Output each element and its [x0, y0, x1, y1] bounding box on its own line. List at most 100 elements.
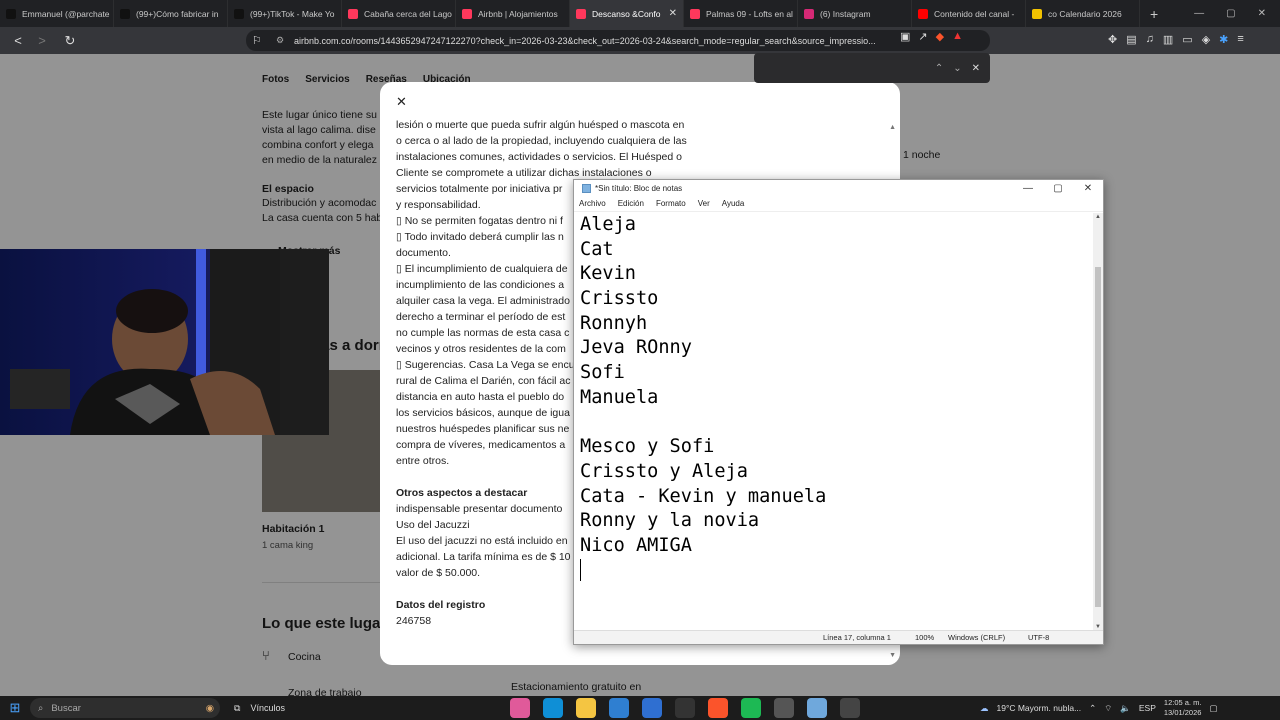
clock[interactable]: 12:05 a. m. 13/01/2026	[1164, 698, 1202, 718]
tab-label: Descanso &Confo	[592, 8, 661, 19]
menu-edición[interactable]: Edición	[618, 199, 644, 208]
calculator-icon[interactable]	[840, 698, 860, 718]
note-line: Cata - Kevin y manuela	[580, 485, 827, 507]
note-line: Cat	[580, 238, 614, 260]
spotify-icon[interactable]	[741, 698, 761, 718]
tray-chevron-icon[interactable]: ⌃	[1089, 703, 1096, 714]
wallet-icon[interactable]: ▭	[1182, 33, 1192, 46]
window-minimize-icon[interactable]: —	[1194, 8, 1204, 19]
url-field[interactable]: ⚐ ⚙ airbnb.com.co/rooms/1443652947247122…	[246, 30, 990, 51]
taskbar-search[interactable]: ⌕ Buscar ◉	[30, 698, 220, 718]
youtube-icon	[918, 8, 928, 19]
scroll-up-icon[interactable]: ▲	[1095, 214, 1101, 220]
window-close-icon[interactable]: ✕	[1258, 8, 1266, 19]
note-line: Jeva ROnny	[580, 337, 692, 359]
tab-1[interactable]: (99+)Cómo fabricar in	[114, 0, 228, 27]
tab-8[interactable]: Contenido del canal -	[912, 0, 1026, 27]
screen-icon[interactable]: ▣	[900, 30, 910, 43]
menu-ayuda[interactable]: Ayuda	[722, 199, 745, 208]
note-line: Aleja	[580, 214, 636, 235]
note-line: Nico AMIGA	[580, 534, 692, 556]
menu-icon[interactable]: ≡	[1237, 33, 1243, 46]
scroll-thumb[interactable]	[1095, 267, 1101, 607]
weather-icon[interactable]: ☁	[980, 703, 989, 714]
cursor-position: Línea 17, columna 1	[823, 633, 891, 642]
network-icon[interactable]: ⌔	[1104, 703, 1112, 714]
forward-icon[interactable]: >	[32, 33, 52, 48]
window-controls: — ▢ ✕	[1194, 8, 1280, 19]
reload-icon[interactable]: ↻	[60, 33, 80, 49]
music-icon[interactable]: ♫	[1146, 33, 1154, 46]
notepad-icon	[582, 183, 591, 193]
capture-icon[interactable]: ▤	[1126, 33, 1136, 46]
tab-4[interactable]: Airbnb | Alojamientos	[456, 0, 570, 27]
scroll-down-icon[interactable]: ▼	[889, 652, 896, 659]
window-maximize-icon[interactable]: ▢	[1226, 8, 1235, 19]
tab-0[interactable]: Emmanuel (@parchate	[0, 0, 114, 27]
bookmark-icon[interactable]: ⚐	[252, 34, 262, 47]
links-label[interactable]: Vínculos	[250, 703, 285, 713]
obs-icon[interactable]	[675, 698, 695, 718]
zoom-level: 100%	[915, 633, 935, 642]
minimize-icon[interactable]: —	[1013, 183, 1043, 194]
note-line: Ronny y la novia	[580, 510, 760, 532]
file-explorer-icon[interactable]	[576, 698, 596, 718]
close-icon[interactable]: ✕	[396, 94, 407, 110]
tab-label: (6) Instagram	[820, 8, 871, 19]
sidebar-icon[interactable]: ▥	[1163, 33, 1173, 46]
note-line: Sofi	[580, 362, 625, 384]
notepad-icon[interactable]	[807, 698, 827, 718]
webcam-overlay	[0, 249, 329, 435]
menu-ver[interactable]: Ver	[698, 199, 710, 208]
windows-start-icon[interactable]: ⊞	[0, 700, 30, 716]
volume-icon[interactable]: 🔈	[1120, 703, 1131, 714]
maximize-icon[interactable]: ▢	[1043, 183, 1073, 194]
airbnb-icon	[348, 8, 358, 19]
weather-text[interactable]: 19°C Mayorm. nubla...	[997, 703, 1082, 713]
mail-icon[interactable]	[642, 698, 662, 718]
menu-archivo[interactable]: Archivo	[579, 199, 606, 208]
line-ending: Windows (CRLF)	[948, 633, 1006, 642]
brave-shield-icon[interactable]: ◆	[936, 30, 944, 43]
notepad-text-area[interactable]: Aleja Cat Kevin Crissto Ronnyh Jeva ROnny Sofi…	[574, 213, 1094, 631]
find-input[interactable]	[764, 59, 925, 77]
tab-3[interactable]: Cabaña cerca del Lago	[342, 0, 456, 27]
tab-2[interactable]: (99+)TikTok - Make Yo	[228, 0, 342, 27]
brave-rewards-icon[interactable]: ▲	[952, 30, 963, 43]
colorful-app-icon[interactable]	[510, 698, 530, 718]
back-icon[interactable]: <	[8, 33, 28, 48]
edge-icon[interactable]	[543, 698, 563, 718]
language-label[interactable]: ESP	[1139, 703, 1156, 713]
vpn-icon[interactable]: ◈	[1202, 33, 1210, 46]
notepad-window: *Sin título: Bloc de notas — ▢ ✕ Archivo…	[573, 179, 1104, 645]
tab-7[interactable]: (6) Instagram	[798, 0, 912, 27]
note-line: Crissto y Aleja	[580, 460, 748, 482]
rules-line: lesión o muerte que pueda sufrir algún h…	[396, 119, 685, 131]
new-tab-button[interactable]: +	[1140, 6, 1168, 22]
find-close-icon[interactable]: ✕	[972, 63, 980, 74]
tab-6[interactable]: Palmas 09 - Lofts en al	[684, 0, 798, 27]
url-text: airbnb.com.co/rooms/1443652947247122270?…	[294, 35, 876, 46]
calendar-icon	[1032, 8, 1042, 19]
notepad-scrollbar[interactable]: ▲ ▼	[1093, 213, 1103, 631]
notifications-icon[interactable]: ▢	[1209, 703, 1217, 714]
extension-icon[interactable]: ✱	[1219, 33, 1228, 46]
find-prev-icon[interactable]: ⌃	[935, 63, 943, 74]
close-icon[interactable]: ✕	[1073, 183, 1103, 194]
task-view-icon[interactable]: ⧉	[234, 703, 240, 714]
tab-label: Airbnb | Alojamientos	[478, 8, 558, 19]
settings-icon[interactable]	[774, 698, 794, 718]
tab-label: (99+)TikTok - Make Yo	[250, 8, 335, 19]
scroll-up-icon[interactable]: ▲	[889, 124, 896, 131]
notepad-titlebar[interactable]: *Sin título: Bloc de notas — ▢ ✕	[574, 180, 1103, 196]
menu-formato[interactable]: Formato	[656, 199, 686, 208]
tab-close-icon[interactable]: ✕	[665, 8, 677, 19]
find-next-icon[interactable]: ⌄	[953, 63, 961, 74]
store-icon[interactable]	[609, 698, 629, 718]
puzzle-icon[interactable]: ✥	[1108, 33, 1117, 46]
site-info-icon[interactable]: ⚙	[276, 35, 284, 46]
tab-9[interactable]: co Calendario 2026	[1026, 0, 1140, 27]
share-icon[interactable]: ↗	[918, 30, 927, 43]
brave-icon[interactable]	[708, 698, 728, 718]
tab-5[interactable]: Descanso &Confo ✕	[570, 0, 684, 27]
